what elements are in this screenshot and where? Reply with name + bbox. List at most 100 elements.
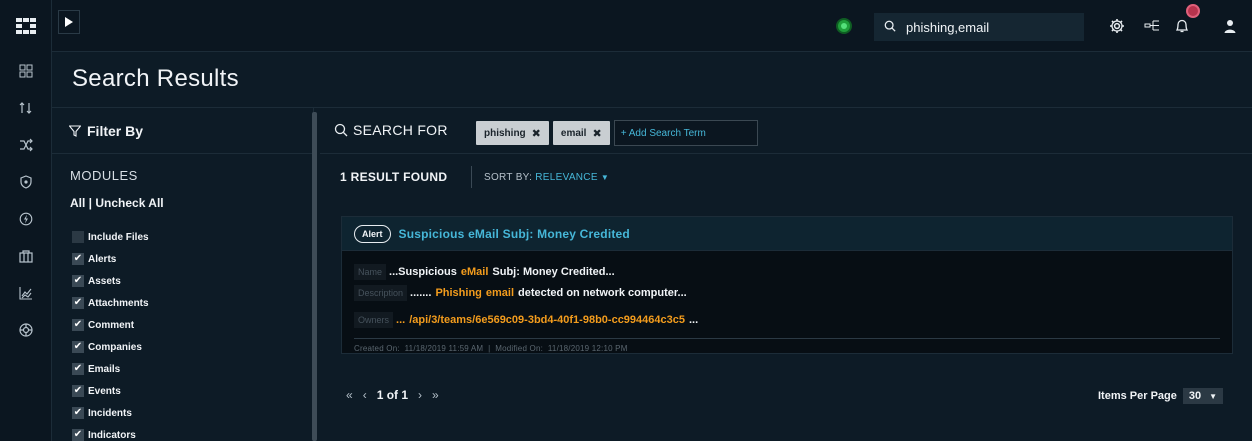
module-checkbox-item[interactable]: ✔ Assets xyxy=(72,270,149,292)
nav-automation[interactable] xyxy=(0,126,51,163)
module-checkbox-item[interactable]: ✔ Events xyxy=(72,380,149,402)
module-checkbox-label: Indicators xyxy=(88,429,136,441)
checkbox-checked-icon[interactable]: ✔ xyxy=(72,253,84,265)
app-logo[interactable] xyxy=(0,0,51,52)
gear-icon xyxy=(1110,19,1124,33)
lifebuoy-icon xyxy=(18,322,33,337)
notifications-button[interactable] xyxy=(1174,18,1190,34)
filter-panel: Filter By MODULES All | Uncheck All Incl… xyxy=(52,108,314,441)
module-checkbox-item[interactable]: ✔ Incidents xyxy=(72,402,149,424)
notification-badge xyxy=(1186,4,1200,18)
result-description-field: Description ....... Phishing email detec… xyxy=(354,282,1220,303)
search-icon xyxy=(334,123,348,137)
sort-control[interactable]: SORT BY: RELEVANCE ▼ xyxy=(484,172,609,183)
filter-heading-label: Filter By xyxy=(87,122,144,139)
check-all-link[interactable]: All xyxy=(70,196,85,210)
line-chart-icon xyxy=(18,286,32,300)
modules-label: MODULES xyxy=(70,168,138,183)
global-search-value[interactable]: phishing,email xyxy=(906,20,989,35)
results-summary: 1 RESULT FOUND SORT BY: RELEVANCE ▼ xyxy=(320,154,1252,198)
nav-settings-wheel[interactable] xyxy=(0,311,51,348)
workflow-button[interactable] xyxy=(1144,18,1160,34)
field-key: Owners xyxy=(354,311,394,328)
record-type-badge: Alert xyxy=(354,224,391,243)
module-checkbox-item[interactable]: ✔ Companies xyxy=(72,336,149,358)
page-header: Search Results xyxy=(52,52,1252,108)
connection-status-indicator[interactable] xyxy=(836,18,852,34)
module-checkbox-label: Include Files xyxy=(88,231,149,243)
checkbox-checked-icon[interactable]: ✔ xyxy=(72,407,84,419)
module-checkbox-label: Alerts xyxy=(88,253,117,265)
check-toggle-links: All | Uncheck All xyxy=(70,196,164,210)
nav-queue[interactable] xyxy=(0,89,51,126)
search-term-label: email xyxy=(560,127,587,139)
search-term-chip: email ✖ xyxy=(552,121,610,145)
caret-down-icon[interactable]: ▼ xyxy=(601,173,609,182)
remove-term-icon[interactable]: ✖ xyxy=(592,127,601,140)
field-text: ...Suspicious xyxy=(389,265,457,278)
check-links-separator: | xyxy=(85,196,96,210)
module-checkbox-label: Companies xyxy=(88,341,142,353)
result-owners-field: Owners ... /api/3/teams/6e569c09-3bd4-40… xyxy=(354,309,1220,330)
checkbox-checked-icon[interactable]: ✔ xyxy=(72,385,84,397)
nav-dashboard[interactable] xyxy=(0,52,51,89)
result-card[interactable]: Alert Suspicious eMail Subj: Money Credi… xyxy=(341,216,1233,354)
checkbox-checked-icon[interactable]: ✔ xyxy=(72,363,84,375)
search-term-label: phishing xyxy=(484,127,526,139)
left-nav-rail xyxy=(0,0,52,441)
result-card-body: Name ...Suspicious eMail Subj: Money Cre… xyxy=(342,251,1232,330)
module-checkbox-item[interactable]: ✔ Emails xyxy=(72,358,149,380)
module-checkbox-label: Comment xyxy=(88,319,135,331)
module-checkbox-item[interactable]: ✔ Alerts xyxy=(72,248,149,270)
first-page-icon[interactable]: « xyxy=(346,388,353,402)
checkbox-checked-icon[interactable]: ✔ xyxy=(72,319,84,331)
app-root: phishing,email Search Results Filter By … xyxy=(0,0,1252,441)
module-checkbox-item[interactable]: ✔ Indicators xyxy=(72,424,149,441)
filter-scrollbar[interactable] xyxy=(312,112,317,441)
user-menu-button[interactable] xyxy=(1222,18,1238,34)
items-per-page-label: Items Per Page xyxy=(1098,390,1177,402)
result-count: 1 RESULT FOUND xyxy=(340,170,448,184)
uncheck-all-link[interactable]: Uncheck All xyxy=(95,196,163,210)
items-per-page-value: 30 xyxy=(1188,390,1202,402)
add-search-term-input[interactable]: + Add Search Term xyxy=(613,120,758,146)
checkbox-checked-icon[interactable]: ✔ xyxy=(72,297,84,309)
remove-term-icon[interactable]: ✖ xyxy=(532,127,541,140)
hierarchy-icon xyxy=(1144,20,1159,31)
expand-nav-button[interactable] xyxy=(58,10,80,34)
owner-value: /api/3/teams/6e569c09-3bd4-40f1-98b0-cc9… xyxy=(409,313,685,326)
result-title-link[interactable]: Suspicious eMail Subj: Money Credited xyxy=(399,227,630,241)
module-checkbox-item[interactable]: ✔ Attachments xyxy=(72,292,149,314)
field-key: Description xyxy=(354,284,408,301)
items-per-page: Items Per Page 30 ▼ xyxy=(1098,388,1224,404)
user-icon xyxy=(1224,20,1236,33)
checkbox-checked-icon[interactable]: ✔ xyxy=(72,429,84,441)
module-checkbox-label: Events xyxy=(88,385,121,397)
caret-down-icon: ▼ xyxy=(1209,391,1218,401)
settings-button[interactable] xyxy=(1109,18,1125,34)
global-search-field[interactable]: phishing,email xyxy=(874,13,1084,41)
field-text: ... xyxy=(689,313,699,326)
bell-icon xyxy=(1175,19,1189,33)
nav-incidents[interactable] xyxy=(0,200,51,237)
nav-reports[interactable] xyxy=(0,274,51,311)
nav-resources[interactable] xyxy=(0,237,51,274)
field-key: Name xyxy=(354,263,387,280)
result-card-header: Alert Suspicious eMail Subj: Money Credi… xyxy=(342,217,1232,251)
prev-page-icon[interactable]: ‹ xyxy=(363,388,367,402)
checkbox-checked-icon[interactable]: ✔ xyxy=(72,275,84,287)
checkbox-checked-icon[interactable]: ✔ xyxy=(72,341,84,353)
next-page-icon[interactable]: › xyxy=(418,388,422,402)
nav-security[interactable] xyxy=(0,163,51,200)
results-area: SEARCH FOR phishing ✖ email ✖ + Add Sear… xyxy=(320,108,1252,441)
module-checkbox-item[interactable]: ✔ Comment xyxy=(72,314,149,336)
search-terms-bar: SEARCH FOR phishing ✖ email ✖ + Add Sear… xyxy=(320,108,1252,154)
items-per-page-select[interactable]: 30 ▼ xyxy=(1182,388,1224,404)
search-term-chip: phishing ✖ xyxy=(476,121,549,145)
search-for-label: SEARCH FOR xyxy=(334,122,448,138)
checkbox-unchecked-icon[interactable] xyxy=(72,231,84,243)
last-page-icon[interactable]: » xyxy=(432,388,439,402)
page-title: Search Results xyxy=(72,65,239,92)
sort-value[interactable]: RELEVANCE xyxy=(535,172,598,183)
module-checkbox-item[interactable]: Include Files xyxy=(72,226,149,248)
